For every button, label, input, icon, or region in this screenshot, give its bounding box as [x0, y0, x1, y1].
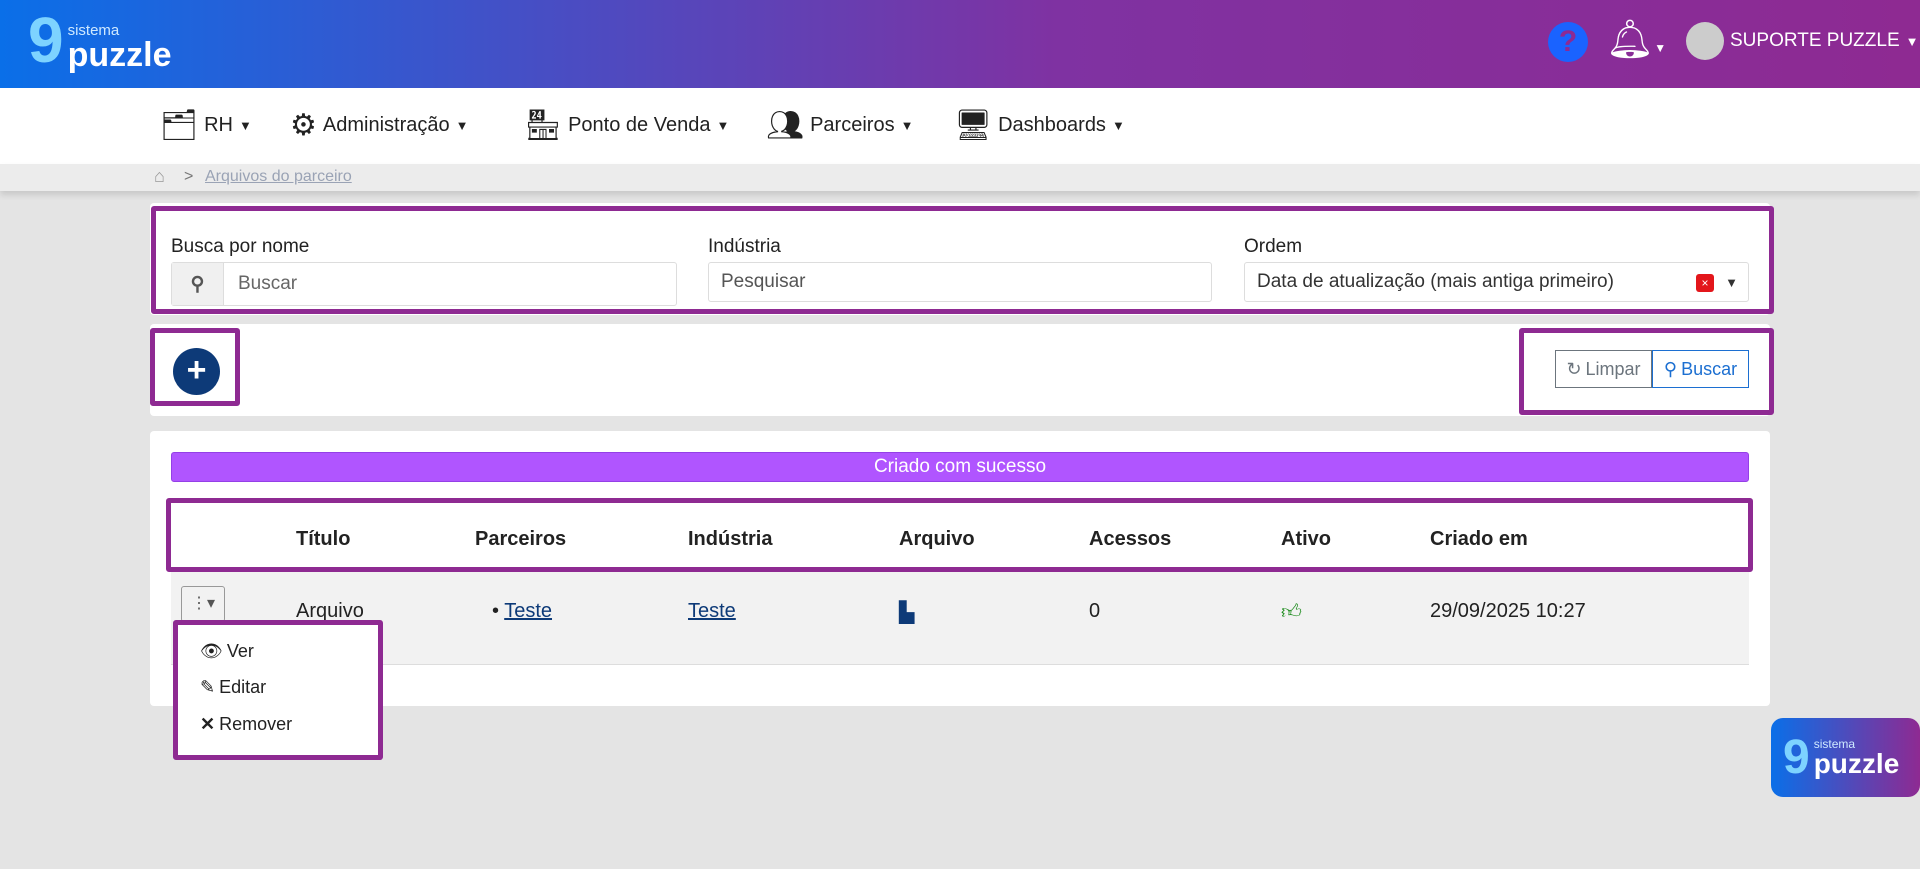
eye-icon: 👁︎ [200, 641, 223, 661]
bell-icon[interactable]: 🔔︎▼ [1606, 18, 1666, 62]
top-header: 9 sistema puzzle ? 🔔︎▼ SUPORTE PUZZLE ▼ [0, 0, 1920, 88]
clear-icon[interactable]: × [1696, 274, 1714, 292]
home-icon[interactable]: ⌂ [154, 166, 165, 187]
help-icon[interactable]: ? [1548, 22, 1588, 62]
monitor-chart-icon: 🖥︎ [954, 109, 993, 142]
breadcrumb-current[interactable]: Arquivos do parceiro [205, 168, 352, 186]
name-search-input[interactable]: ⚲ Buscar [171, 262, 677, 306]
clear-button[interactable]: ↻ Limpar [1555, 350, 1652, 388]
breadcrumb: ⌂ > Arquivos do parceiro [0, 164, 1920, 191]
nav-administracao[interactable]: ⚙︎ Administração ▼ [290, 108, 469, 143]
main-nav: 🗂︎ RH ▼ ⚙︎ Administração ▼ 🏪︎ Ponto de Venda ▼… [0, 88, 1920, 164]
industry-input[interactable]: Pesquisar [708, 262, 1212, 302]
floating-logo[interactable]: 9 sistema puzzle [1771, 718, 1920, 797]
refresh-icon: ↻ [1566, 358, 1582, 379]
nav-dashboards[interactable]: 🖥︎ Dashboards ▼ [954, 108, 1125, 143]
add-button[interactable]: + [173, 348, 220, 395]
people-icon: 👥︎ [766, 109, 805, 142]
menu-ver[interactable]: 👁︎ Ver [200, 641, 254, 662]
menu-editar[interactable]: ✎ Editar [200, 677, 266, 698]
col-acessos[interactable]: Acessos [1089, 528, 1171, 551]
col-parceiros[interactable]: Parceiros [475, 528, 566, 551]
logo-mark-icon: 9 [28, 4, 64, 76]
search-button[interactable]: ⚲ Buscar [1652, 350, 1749, 388]
id-card-icon: 🗂︎ [160, 109, 199, 142]
col-industria[interactable]: Indústria [688, 528, 772, 551]
avatar [1686, 22, 1724, 60]
nav-parceiros[interactable]: 👥︎ Parceiros ▼ [766, 108, 913, 143]
partner-link[interactable]: Teste [504, 600, 552, 622]
store-icon: 🏪︎ [524, 109, 563, 142]
col-criado-em[interactable]: Criado em [1430, 528, 1528, 551]
menu-remover[interactable]: ✕ Remover [200, 714, 292, 735]
search-icon: ⚲ [1663, 358, 1678, 379]
user-name: SUPORTE PUZZLE [1730, 30, 1900, 51]
x-icon: ✕ [200, 714, 216, 734]
logo[interactable]: 9 sistema puzzle [28, 8, 172, 72]
industry-link[interactable]: Teste [688, 600, 736, 623]
pdf-file-icon[interactable]: ▙ [899, 600, 914, 625]
thumbs-up-icon: 👍︎ [1281, 601, 1302, 623]
success-alert: Criado com sucesso [171, 452, 1749, 482]
user-menu[interactable]: SUPORTE PUZZLE ▼ [1686, 22, 1919, 60]
col-arquivo[interactable]: Arquivo [899, 528, 975, 551]
col-ativo[interactable]: Ativo [1281, 528, 1331, 551]
nav-rh[interactable]: 🗂︎ RH ▼ [160, 108, 252, 143]
order-select[interactable]: Data de atualização (mais antiga primeir… [1244, 262, 1749, 302]
row-actions-toggle[interactable]: ⋮▾ [181, 586, 225, 622]
edit-icon: ✎ [200, 677, 216, 697]
col-titulo[interactable]: Título [296, 528, 350, 551]
gears-icon: ⚙︎ [290, 109, 317, 142]
logo-big: puzzle [67, 36, 172, 74]
search-icon: ⚲ [172, 263, 224, 305]
nav-ponto-de-venda[interactable]: 🏪︎ Ponto de Venda ▼ [524, 108, 729, 143]
